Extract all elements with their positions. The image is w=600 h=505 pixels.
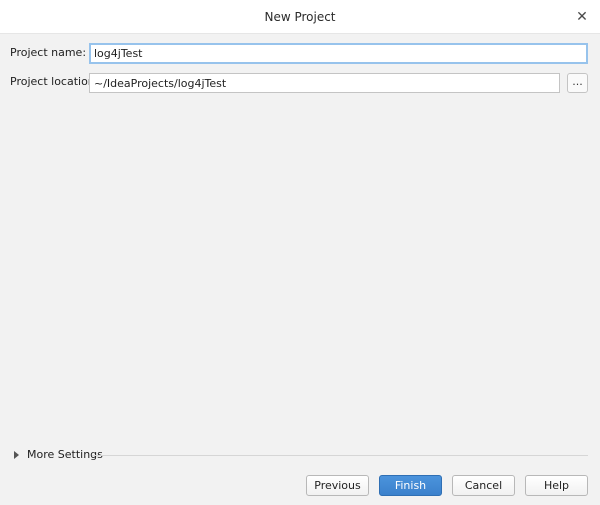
help-button[interactable]: Help: [525, 475, 588, 496]
new-project-dialog: New Project ✕ Project name: Project loca…: [0, 0, 600, 505]
project-location-label: Project location:: [10, 75, 99, 88]
cancel-button[interactable]: Cancel: [452, 475, 515, 496]
expand-triangle-icon: [14, 451, 19, 459]
title-bar: New Project ✕: [0, 0, 600, 34]
close-icon[interactable]: ✕: [574, 9, 590, 25]
browse-button[interactable]: ...: [567, 73, 588, 93]
separator: [92, 455, 588, 456]
finish-button[interactable]: Finish: [379, 475, 442, 496]
previous-button[interactable]: Previous: [306, 475, 369, 496]
project-name-input[interactable]: [89, 43, 588, 64]
project-name-label: Project name:: [10, 46, 87, 59]
project-location-input[interactable]: [89, 73, 560, 93]
dialog-title: New Project: [264, 10, 336, 24]
